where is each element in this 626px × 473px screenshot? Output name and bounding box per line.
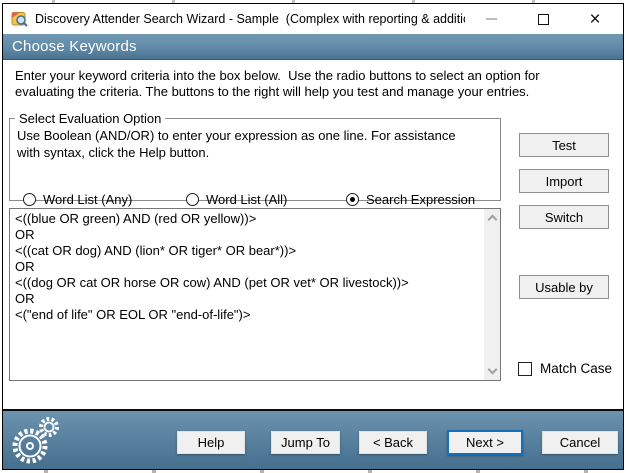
help-button[interactable]: Help [177,431,245,454]
instructions-text: Enter your keyword criteria into the box… [15,68,540,100]
expression-editor[interactable]: <((blue OR green) AND (red OR yellow))> … [9,208,501,381]
expression-scrollbar[interactable] [484,209,500,380]
radio-word-list-any[interactable]: Word List (Any) [23,192,132,207]
test-button[interactable]: Test [519,133,609,157]
content-area: Enter your keyword criteria into the box… [3,60,623,411]
cancel-button[interactable]: Cancel [542,431,618,454]
evaluation-groupbox-legend: Select Evaluation Option [15,111,165,126]
switch-button[interactable]: Switch [519,205,609,229]
app-icon [11,11,28,27]
maximize-button[interactable] [517,4,569,34]
radio-label: Search Expression [366,192,475,207]
match-case-label: Match Case [540,361,612,376]
maximize-icon [538,14,549,25]
radio-label: Word List (All) [206,192,287,207]
close-button[interactable]: × [569,4,621,34]
back-button[interactable]: < Back [359,431,427,454]
minimize-icon [486,18,497,20]
next-button[interactable]: Next > [447,430,523,455]
radio-search-expression[interactable]: Search Expression [346,192,475,207]
scroll-up-icon[interactable] [487,215,497,225]
import-button[interactable]: Import [519,169,609,193]
expression-text[interactable]: <((blue OR green) AND (red OR yellow))> … [10,209,484,380]
usable-by-button[interactable]: Usable by [519,275,609,299]
radio-icon [23,193,36,206]
checkbox-icon [518,362,532,376]
radio-icon [346,193,359,206]
dialog-window: Discovery Attender Search Wizard - Sampl… [2,3,624,470]
radio-label: Word List (Any) [43,192,132,207]
minimize-button[interactable] [465,4,517,34]
radio-icon [186,193,199,206]
close-icon: × [589,10,600,29]
titlebar: Discovery Attender Search Wizard - Sampl… [3,4,623,34]
footer-bar: Help Jump To < Back Next > Cancel [3,411,623,469]
jump-to-button[interactable]: Jump To [271,431,340,454]
page-title: Choose Keywords [3,34,623,60]
window-title: Discovery Attender Search Wizard - Sampl… [35,12,465,26]
match-case-checkbox[interactable]: Match Case [518,361,612,376]
window-controls: × [465,4,621,34]
evaluation-description: Use Boolean (AND/OR) to enter your expre… [17,127,500,161]
gears-icon [8,416,62,466]
evaluation-groupbox: Select Evaluation Option Use Boolean (AN… [9,111,501,201]
radio-word-list-all[interactable]: Word List (All) [186,192,287,207]
scroll-down-icon[interactable] [487,365,497,375]
